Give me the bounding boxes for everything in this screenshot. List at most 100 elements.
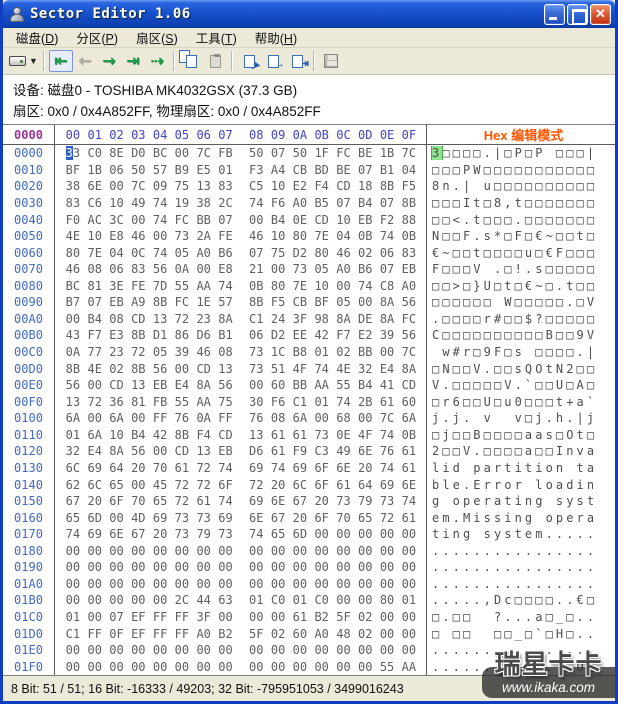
hex-byte[interactable]: 00 — [354, 577, 376, 591]
hex-byte[interactable]: F3 — [245, 163, 267, 177]
ascii-text[interactable]: □□□□□□ W□□□□□.□V — [427, 295, 615, 309]
hex-byte[interactable]: BB — [354, 345, 376, 359]
hex-byte[interactable]: 00 — [311, 411, 333, 425]
hex-byte[interactable]: 00 — [84, 610, 106, 624]
hex-byte[interactable]: 00 — [289, 660, 311, 674]
hex-byte[interactable]: 80 — [289, 229, 311, 243]
hex-byte[interactable]: 6A — [398, 411, 420, 425]
hex-byte[interactable]: 44 — [193, 593, 215, 607]
hex-byte[interactable]: 00 — [84, 660, 106, 674]
hex-byte[interactable]: 75 — [171, 179, 193, 193]
hex-byte[interactable]: F5 — [267, 295, 289, 309]
hex-byte[interactable]: 00 — [289, 643, 311, 657]
hex-byte[interactable]: 8B — [149, 295, 171, 309]
hex-byte[interactable]: 5F — [333, 610, 355, 624]
hex-byte[interactable]: 8A — [333, 312, 355, 326]
hex-byte[interactable]: 00 — [149, 544, 171, 558]
hex-byte[interactable]: E4 — [84, 444, 106, 458]
hex-byte[interactable]: EB — [106, 295, 128, 309]
hex-byte[interactable]: 55 — [376, 660, 398, 674]
hex-byte[interactable]: 00 — [149, 593, 171, 607]
hex-byte[interactable]: 00 — [398, 577, 420, 591]
hex-byte[interactable]: 00 — [62, 593, 84, 607]
hex-byte[interactable]: BF — [62, 163, 84, 177]
hex-byte[interactable]: 73 — [245, 345, 267, 359]
hex-byte[interactable]: 00 — [193, 262, 215, 276]
hex-byte[interactable]: B6 — [215, 246, 237, 260]
hex-byte[interactable]: 05 — [333, 295, 355, 309]
hex-byte[interactable]: 65 — [62, 511, 84, 525]
hex-byte[interactable]: 50 — [127, 163, 149, 177]
hex-byte[interactable]: 00 — [149, 660, 171, 674]
hex-byte[interactable]: 7C — [193, 146, 215, 160]
hex-byte[interactable]: 7C — [398, 345, 420, 359]
hex-byte[interactable]: 80 — [267, 279, 289, 293]
hex-byte[interactable]: F7 — [333, 328, 355, 342]
hex-byte[interactable]: 00 — [267, 577, 289, 591]
hex-byte[interactable]: FC — [171, 295, 193, 309]
hex-byte[interactable]: 61 — [267, 444, 289, 458]
hex-byte[interactable]: 00 — [398, 544, 420, 558]
hex-byte[interactable]: 6C — [84, 478, 106, 492]
ascii-text[interactable]: 2□□V.□□□□a□□Inva — [427, 444, 615, 458]
hex-byte[interactable]: AA — [193, 395, 215, 409]
hex-byte[interactable]: 69 — [245, 461, 267, 475]
hex-byte[interactable]: 00 — [311, 643, 333, 657]
hex-byte[interactable]: 00 — [127, 577, 149, 591]
hex-byte[interactable]: 07 — [84, 295, 106, 309]
hex-byte[interactable]: 13 — [245, 428, 267, 442]
hex-byte[interactable]: 00 — [289, 560, 311, 574]
hex-byte[interactable]: 7C — [398, 146, 420, 160]
hex-byte[interactable]: 07 — [376, 262, 398, 276]
hex-byte[interactable]: A0 — [398, 279, 420, 293]
hex-byte[interactable]: 0C — [127, 246, 149, 260]
hex-byte[interactable]: 83 — [215, 179, 237, 193]
hex-byte[interactable]: 2C — [215, 196, 237, 210]
hex-byte[interactable]: 55 — [171, 279, 193, 293]
hex-byte[interactable]: A0 — [193, 246, 215, 260]
hex-byte[interactable]: 72 — [245, 478, 267, 492]
hex-byte[interactable]: 00 — [267, 544, 289, 558]
hex-byte[interactable]: 74 — [149, 196, 171, 210]
hex-byte[interactable]: C0 — [267, 593, 289, 607]
hex-byte[interactable]: 1B — [376, 146, 398, 160]
hex-byte[interactable]: 00 — [398, 527, 420, 541]
hex-byte[interactable]: 00 — [245, 378, 267, 392]
hex-byte[interactable]: 7E — [289, 279, 311, 293]
hex-byte[interactable]: 00 — [193, 660, 215, 674]
ascii-text[interactable]: V.□□□□□V.`□□U□A□ — [427, 378, 615, 392]
hex-byte[interactable]: 6A — [289, 411, 311, 425]
hex-byte[interactable]: 56 — [398, 295, 420, 309]
hex-byte[interactable]: 00 — [311, 660, 333, 674]
hex-byte[interactable]: A9 — [127, 295, 149, 309]
hex-byte[interactable]: 8B — [245, 295, 267, 309]
hex-byte[interactable]: 09 — [149, 179, 171, 193]
hex-byte[interactable]: 69 — [149, 511, 171, 525]
hex-byte[interactable]: 67 — [267, 511, 289, 525]
hex-byte[interactable]: D0 — [127, 146, 149, 160]
hex-byte[interactable]: 00 — [333, 527, 355, 541]
hex-byte[interactable]: 4F — [289, 362, 311, 376]
hex-byte[interactable]: E3 — [106, 328, 128, 342]
ascii-text[interactable]: 3□□□□.|□P□P □□□| — [427, 146, 615, 161]
hex-byte[interactable]: 39 — [376, 328, 398, 342]
hex-byte[interactable]: 00 — [376, 527, 398, 541]
hex-byte[interactable]: 00 — [376, 610, 398, 624]
hex-byte[interactable]: 69 — [84, 461, 106, 475]
hex-byte[interactable]: 74 — [354, 279, 376, 293]
hex-byte[interactable]: 00 — [333, 577, 355, 591]
hex-byte[interactable]: 01 — [289, 593, 311, 607]
ascii-text[interactable]: N□□F.s*□F□€~□□t□ — [427, 229, 615, 243]
hex-byte[interactable]: 43 — [62, 328, 84, 342]
hex-byte[interactable]: 38 — [62, 179, 84, 193]
hex-byte[interactable]: BD — [311, 163, 333, 177]
hex-byte[interactable]: 73 — [289, 262, 311, 276]
hex-byte[interactable]: 13 — [62, 395, 84, 409]
hex-byte[interactable]: 81 — [127, 395, 149, 409]
hex-byte[interactable]: 6E — [333, 461, 355, 475]
hex-byte[interactable]: 0A — [193, 411, 215, 425]
hex-byte[interactable]: 00 — [84, 411, 106, 425]
hex-byte[interactable]: 00 — [106, 593, 128, 607]
hex-byte[interactable]: 8B — [62, 362, 84, 376]
hex-byte[interactable]: D2 — [289, 246, 311, 260]
